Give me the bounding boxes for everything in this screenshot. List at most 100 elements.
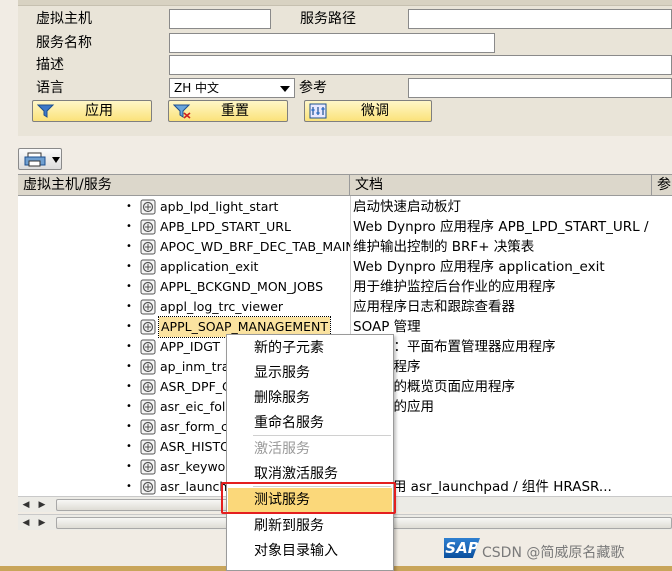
service-path-label: 服务路径	[300, 11, 356, 27]
service-node-icon	[140, 479, 156, 495]
table-row[interactable]: • application_exit Web Dynpro 应用程序 applica…	[18, 257, 672, 277]
service-node-icon	[140, 359, 156, 375]
service-doc: SOAP 管理	[353, 319, 421, 335]
tree-bullet: •	[126, 401, 132, 412]
menu-item[interactable]: 对象目录输入	[228, 539, 392, 564]
scroll-left-icon[interactable]: ◀	[18, 497, 34, 513]
reference-label: 参考	[299, 80, 327, 96]
adjust-icon	[309, 103, 327, 119]
service-node-icon	[140, 379, 156, 395]
reference-field[interactable]	[408, 78, 672, 98]
table-header: 虚拟主机/服务 文档 参	[18, 175, 672, 196]
menu-item[interactable]: 删除服务	[228, 386, 392, 411]
description-field[interactable]	[169, 55, 672, 75]
reset-filter-icon	[173, 104, 191, 119]
service-node-icon	[140, 199, 156, 215]
tree-bullet: •	[126, 221, 132, 232]
service-doc: 续活动的应用	[353, 397, 653, 417]
service-doc: pro 应用 asr_launchpad / 组件 HRASR...	[353, 479, 612, 495]
service-doc: 格	[353, 417, 653, 437]
tree-bullet: •	[126, 321, 132, 332]
service-name[interactable]: apb_lpd_light_start	[160, 197, 350, 217]
apply-button[interactable]: 应用	[32, 100, 152, 122]
service-doc: Web Dynpro 应用程序 application_exit	[353, 259, 605, 275]
column-header-docs[interactable]: 文档	[350, 175, 652, 196]
dropdown-arrow-icon	[52, 157, 60, 163]
service-name[interactable]: APPL_BCKGND_MON_JOBS	[160, 277, 350, 297]
description-label: 描述	[36, 57, 64, 73]
service-node-icon	[140, 439, 156, 455]
service-name-field[interactable]	[169, 33, 495, 53]
service-node-icon	[140, 279, 156, 295]
tree-bullet: •	[126, 261, 132, 272]
service-doc: 应用程序日志和跟踪查看器	[353, 299, 515, 315]
scroll-left-icon[interactable]: ◀	[18, 515, 34, 531]
filter-icon	[37, 104, 55, 118]
service-name[interactable]: application_exit	[160, 257, 350, 277]
tree-bullet: •	[126, 241, 132, 252]
table-row[interactable]: • apb_lpd_light_start 启动快速启动板灯	[18, 197, 672, 217]
language-label: 语言	[36, 80, 64, 96]
finetune-button[interactable]: 微调	[304, 100, 432, 122]
tree-bullet: •	[126, 361, 132, 372]
tree-bullet: •	[126, 201, 132, 212]
tree-bullet: •	[126, 441, 132, 452]
column-header-ref[interactable]: 参	[652, 175, 672, 196]
service-node-icon	[140, 299, 156, 315]
service-doc: 搜索	[353, 457, 653, 477]
service-node-icon	[140, 459, 156, 475]
service-name-label: 服务名称	[36, 35, 92, 51]
table-row[interactable]: • appl_log_trc_viewer 应用程序日志和跟踪查看器	[18, 297, 672, 317]
service-doc: 用于维护监控后台作业的应用程序	[353, 279, 556, 295]
menu-item[interactable]: 刷新到服务	[228, 514, 392, 539]
column-header-service[interactable]: 虚拟主机/服务	[18, 175, 350, 196]
tree-bullet: •	[126, 421, 132, 432]
panel-header-strip	[18, 0, 672, 6]
watermark-text: CSDN @简威原名藏歌	[482, 545, 625, 561]
service-doc: 录	[353, 437, 653, 457]
language-select[interactable]: ZH 中文	[169, 78, 295, 98]
service-path-field[interactable]	[408, 9, 672, 29]
virtual-host-field[interactable]	[169, 9, 271, 29]
service-node-icon	[140, 339, 156, 355]
service-doc: 维护输出控制的 BRF+ 决策表	[353, 239, 535, 255]
service-name[interactable]: appl_log_trc_viewer	[160, 297, 350, 317]
tree-bullet: •	[126, 301, 132, 312]
annotation-highlight-box	[221, 482, 396, 514]
tree-bullet: •	[126, 461, 132, 472]
tree-bullet: •	[126, 281, 132, 292]
service-node-icon	[140, 219, 156, 235]
menu-separator	[253, 435, 391, 436]
virtual-host-label: 虚拟主机	[36, 11, 92, 27]
service-name[interactable]: APOC_WD_BRF_DEC_TAB_MAINT	[160, 237, 350, 257]
menu-item[interactable]: 新的子元素	[228, 336, 392, 361]
scroll-right-icon[interactable]: ▶	[34, 497, 50, 513]
service-node-icon	[140, 419, 156, 435]
table-row[interactable]: • APPL_BCKGND_MON_JOBS 用于维护监控后台作业的应用程序	[18, 277, 672, 297]
scroll-right-icon[interactable]: ▶	[34, 515, 50, 531]
menu-item[interactable]: 重命名服务	[228, 411, 392, 436]
service-doc: 统接口：平面布置管理器应用程序	[353, 339, 556, 355]
language-select-value: ZH 中文	[174, 81, 220, 95]
service-node-icon	[140, 259, 156, 275]
table-row[interactable]: • APOC_WD_BRF_DEC_TAB_MAINT 维护输出控制的 BRF+ 决…	[18, 237, 672, 257]
service-doc: 成应用程序	[353, 357, 653, 377]
service-doc: 启动快速启动板灯	[353, 199, 461, 215]
chevron-down-icon	[280, 86, 290, 92]
context-menu: 新的子元素 显示服务 删除服务 重命名服务 激活服务 取消激活服务 测试服务 刷新到服务 对象目…	[226, 334, 394, 571]
printer-icon	[24, 152, 46, 167]
reset-button[interactable]: 重置	[168, 100, 288, 122]
service-name[interactable]: APB_LPD_START_URL	[160, 217, 350, 237]
service-doc: Web Dynpro 应用程序 APB_LPD_START_URL / ...	[353, 219, 653, 235]
service-node-icon	[140, 319, 156, 335]
print-layout-button[interactable]	[18, 148, 62, 170]
service-node-icon	[140, 239, 156, 255]
service-doc: 事文件的概览页面应用程序	[353, 379, 515, 395]
tree-bullet: •	[126, 381, 132, 392]
service-node-icon	[140, 399, 156, 415]
tree-bullet: •	[126, 481, 132, 492]
table-row[interactable]: • APB_LPD_START_URL Web Dynpro 应用程序 APB_LP…	[18, 217, 672, 237]
tree-bullet: •	[126, 341, 132, 352]
menu-item[interactable]: 激活服务	[228, 437, 392, 462]
menu-item[interactable]: 显示服务	[228, 361, 392, 386]
